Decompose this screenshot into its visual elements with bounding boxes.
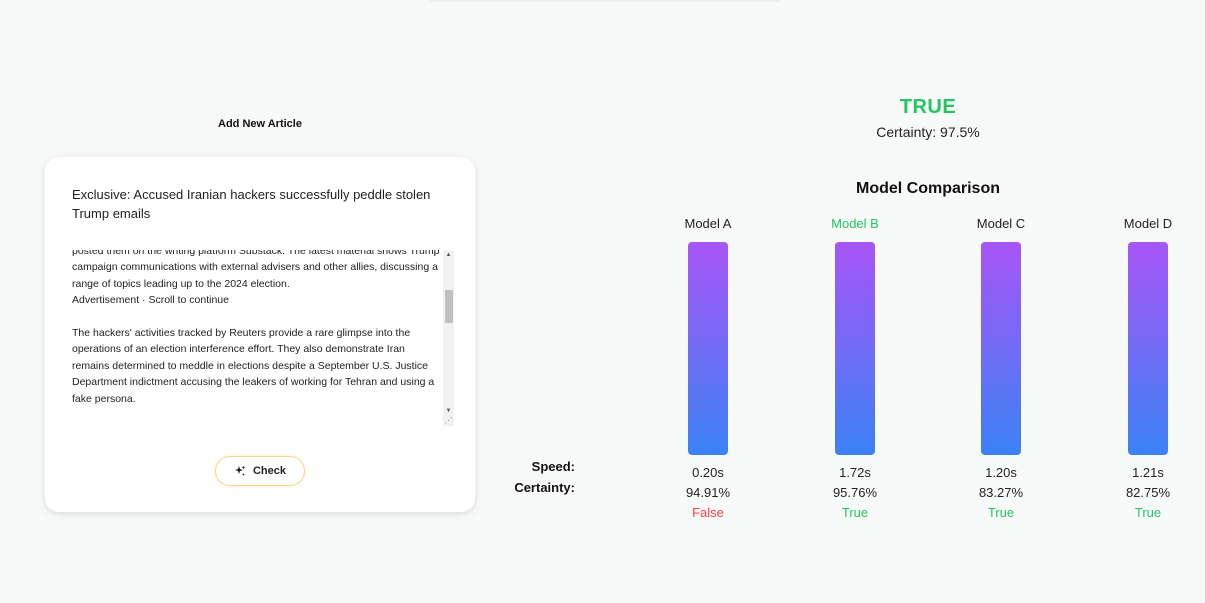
model-speed: 0.20s [692, 465, 724, 480]
scroll-thumb[interactable] [445, 290, 453, 323]
panel-heading: Add New Article [218, 118, 302, 130]
model-name: Model B [831, 216, 879, 231]
model-column-b: Model B 1.72s 95.76% True [810, 215, 900, 523]
model-speed: 1.20s [985, 465, 1017, 480]
model-verdict: True [987, 505, 1015, 520]
model-certainty: 94.91% [685, 485, 731, 500]
model-bar [688, 242, 728, 455]
model-verdict: True [1134, 505, 1162, 520]
top-divider [430, 0, 780, 2]
model-speed: 1.21s [1132, 465, 1164, 480]
scroll-up-arrow-icon[interactable]: ▲ [443, 250, 454, 260]
overall-certainty: Certainty: 97.5% [876, 124, 980, 140]
article-body-text: posted them on the writing platform Subs… [72, 250, 440, 405]
model-speed: 1.72s [839, 465, 871, 480]
certainty-label: Certainty: [514, 480, 575, 495]
model-certainty: 83.27% [978, 485, 1024, 500]
model-bar [1128, 242, 1168, 455]
check-button[interactable]: Check [215, 456, 305, 486]
model-column-d: Model D 1.21s 82.75% True [1103, 215, 1193, 523]
model-column-c: Model C 1.20s 83.27% True [956, 215, 1046, 523]
model-certainty: 95.76% [832, 485, 878, 500]
article-title: Exclusive: Accused Iranian hackers succe… [72, 187, 431, 221]
article-card: Exclusive: Accused Iranian hackers succe… [45, 157, 475, 512]
model-name: Model D [1123, 216, 1173, 231]
scroll-down-arrow-icon[interactable]: ▼ [443, 406, 454, 416]
overall-verdict: TRUE [899, 96, 957, 118]
speed-label: Speed: [531, 459, 575, 474]
article-body-textarea[interactable]: posted them on the writing platform Subs… [72, 250, 454, 426]
model-verdict: True [841, 505, 869, 520]
sparkles-icon [234, 465, 246, 477]
resize-grip-icon[interactable]: ⋰ [443, 416, 454, 426]
textarea-scrollbar[interactable]: ▲ ▼ ⋰ [443, 250, 454, 426]
model-name: Model A [684, 216, 732, 231]
model-bar [835, 242, 875, 455]
model-verdict: False [692, 505, 724, 520]
model-bar [981, 242, 1021, 455]
model-comparison-title: Model Comparison [855, 180, 1000, 197]
model-certainty: 82.75% [1125, 485, 1171, 500]
check-button-label: Check [252, 465, 287, 477]
model-column-a: Model A 0.20s 94.91% False [663, 215, 753, 523]
model-name: Model C [976, 216, 1026, 231]
